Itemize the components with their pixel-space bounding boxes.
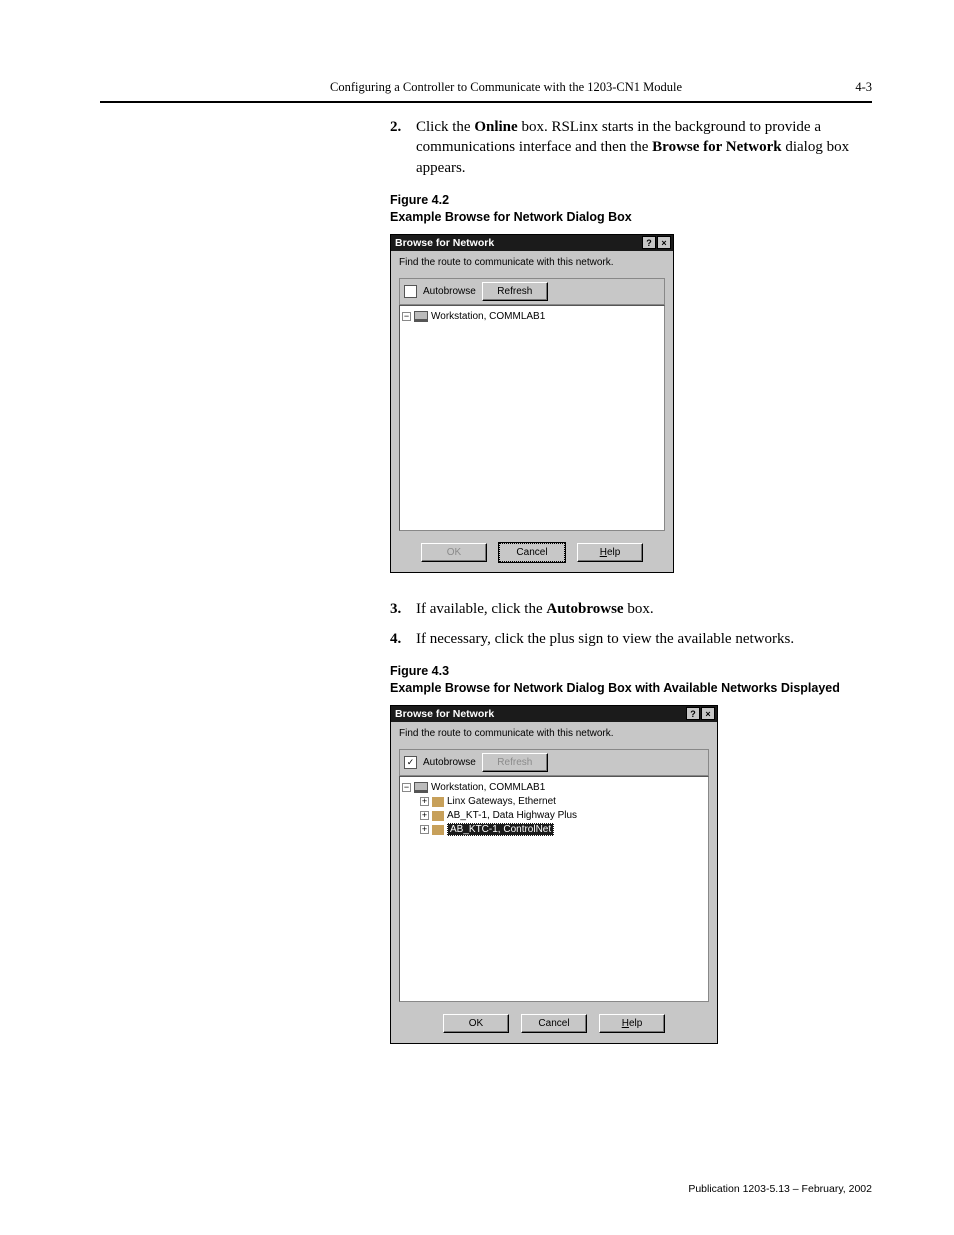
close-button[interactable]: × <box>701 707 715 720</box>
step-number: 2. <box>390 117 416 178</box>
tree-expander-icon[interactable]: − <box>402 783 411 792</box>
dialog-titlebar: Browse for Network ? × <box>391 235 673 251</box>
context-help-button[interactable]: ? <box>642 236 656 249</box>
tree-row[interactable]: + AB_KTC-1, ControlNet <box>402 823 706 837</box>
step-4: 4. If necessary, click the plus sign to … <box>390 629 872 649</box>
figure-4-2-caption: Figure 4.2 Example Browse for Network Di… <box>390 192 872 226</box>
ok-button[interactable]: OK <box>443 1014 509 1033</box>
step-3: 3. If available, click the Autobrowse bo… <box>390 599 872 619</box>
header-rule <box>100 101 872 103</box>
tree-expander-icon[interactable]: − <box>402 312 411 321</box>
context-help-button[interactable]: ? <box>686 707 700 720</box>
network-icon <box>432 811 444 821</box>
tree-item-label: Linx Gateways, Ethernet <box>447 796 556 807</box>
running-header: Configuring a Controller to Communicate … <box>330 80 682 95</box>
tree-item-label-selected: AB_KTC-1, ControlNet <box>447 823 554 836</box>
tree-expander-icon[interactable]: + <box>420 797 429 806</box>
browse-for-network-dialog-2: Browse for Network ? × Find the route to… <box>390 705 718 1044</box>
browse-for-network-dialog-1: Browse for Network ? × Find the route to… <box>390 234 674 573</box>
refresh-button[interactable]: Refresh <box>482 282 548 301</box>
tree-row[interactable]: + AB_KT-1, Data Highway Plus <box>402 809 706 823</box>
step-number: 3. <box>390 599 416 619</box>
dialog-title: Browse for Network <box>395 708 494 720</box>
help-button[interactable]: Help <box>599 1014 665 1033</box>
dialog-toolbar: Autobrowse Refresh <box>399 278 665 305</box>
workstation-icon <box>414 311 428 322</box>
autobrowse-checkbox[interactable] <box>404 756 417 769</box>
step-text: Click the Online box. RSLinx starts in t… <box>416 117 872 178</box>
help-button[interactable]: Help <box>577 543 643 562</box>
workstation-icon <box>414 782 428 793</box>
autobrowse-label: Autobrowse <box>423 757 476 768</box>
network-icon <box>432 825 444 835</box>
dialog-title: Browse for Network <box>395 237 494 249</box>
tree-root-label: Workstation, COMMLAB1 <box>431 311 545 322</box>
dialog-titlebar: Browse for Network ? × <box>391 706 717 722</box>
tree-root-row[interactable]: − Workstation, COMMLAB1 <box>402 781 706 795</box>
tree-row[interactable]: + Linx Gateways, Ethernet <box>402 795 706 809</box>
step-number: 4. <box>390 629 416 649</box>
autobrowse-checkbox[interactable] <box>404 285 417 298</box>
close-button[interactable]: × <box>657 236 671 249</box>
figure-4-3-caption: Figure 4.3 Example Browse for Network Di… <box>390 663 872 697</box>
publication-footer: Publication 1203-5.13 – February, 2002 <box>688 1183 872 1195</box>
dialog-instruction: Find the route to communicate with this … <box>399 257 665 268</box>
tree-root-label: Workstation, COMMLAB1 <box>431 782 545 793</box>
cancel-button[interactable]: Cancel <box>499 543 565 562</box>
refresh-button[interactable]: Refresh <box>482 753 548 772</box>
tree-root-row[interactable]: − Workstation, COMMLAB1 <box>402 310 662 324</box>
page-number: 4-3 <box>855 80 872 95</box>
step-2: 2. Click the Online box. RSLinx starts i… <box>390 117 872 178</box>
network-tree[interactable]: − Workstation, COMMLAB1 <box>399 305 665 531</box>
dialog-instruction: Find the route to communicate with this … <box>399 728 709 739</box>
network-icon <box>432 797 444 807</box>
dialog-toolbar: Autobrowse Refresh <box>399 749 709 776</box>
network-tree[interactable]: − Workstation, COMMLAB1 + Linx Gateways,… <box>399 776 709 1002</box>
tree-expander-icon[interactable]: + <box>420 811 429 820</box>
ok-button[interactable]: OK <box>421 543 487 562</box>
autobrowse-label: Autobrowse <box>423 286 476 297</box>
cancel-button[interactable]: Cancel <box>521 1014 587 1033</box>
step-text: If necessary, click the plus sign to vie… <box>416 629 794 649</box>
tree-expander-icon[interactable]: + <box>420 825 429 834</box>
step-text: If available, click the Autobrowse box. <box>416 599 654 619</box>
tree-item-label: AB_KT-1, Data Highway Plus <box>447 810 577 821</box>
